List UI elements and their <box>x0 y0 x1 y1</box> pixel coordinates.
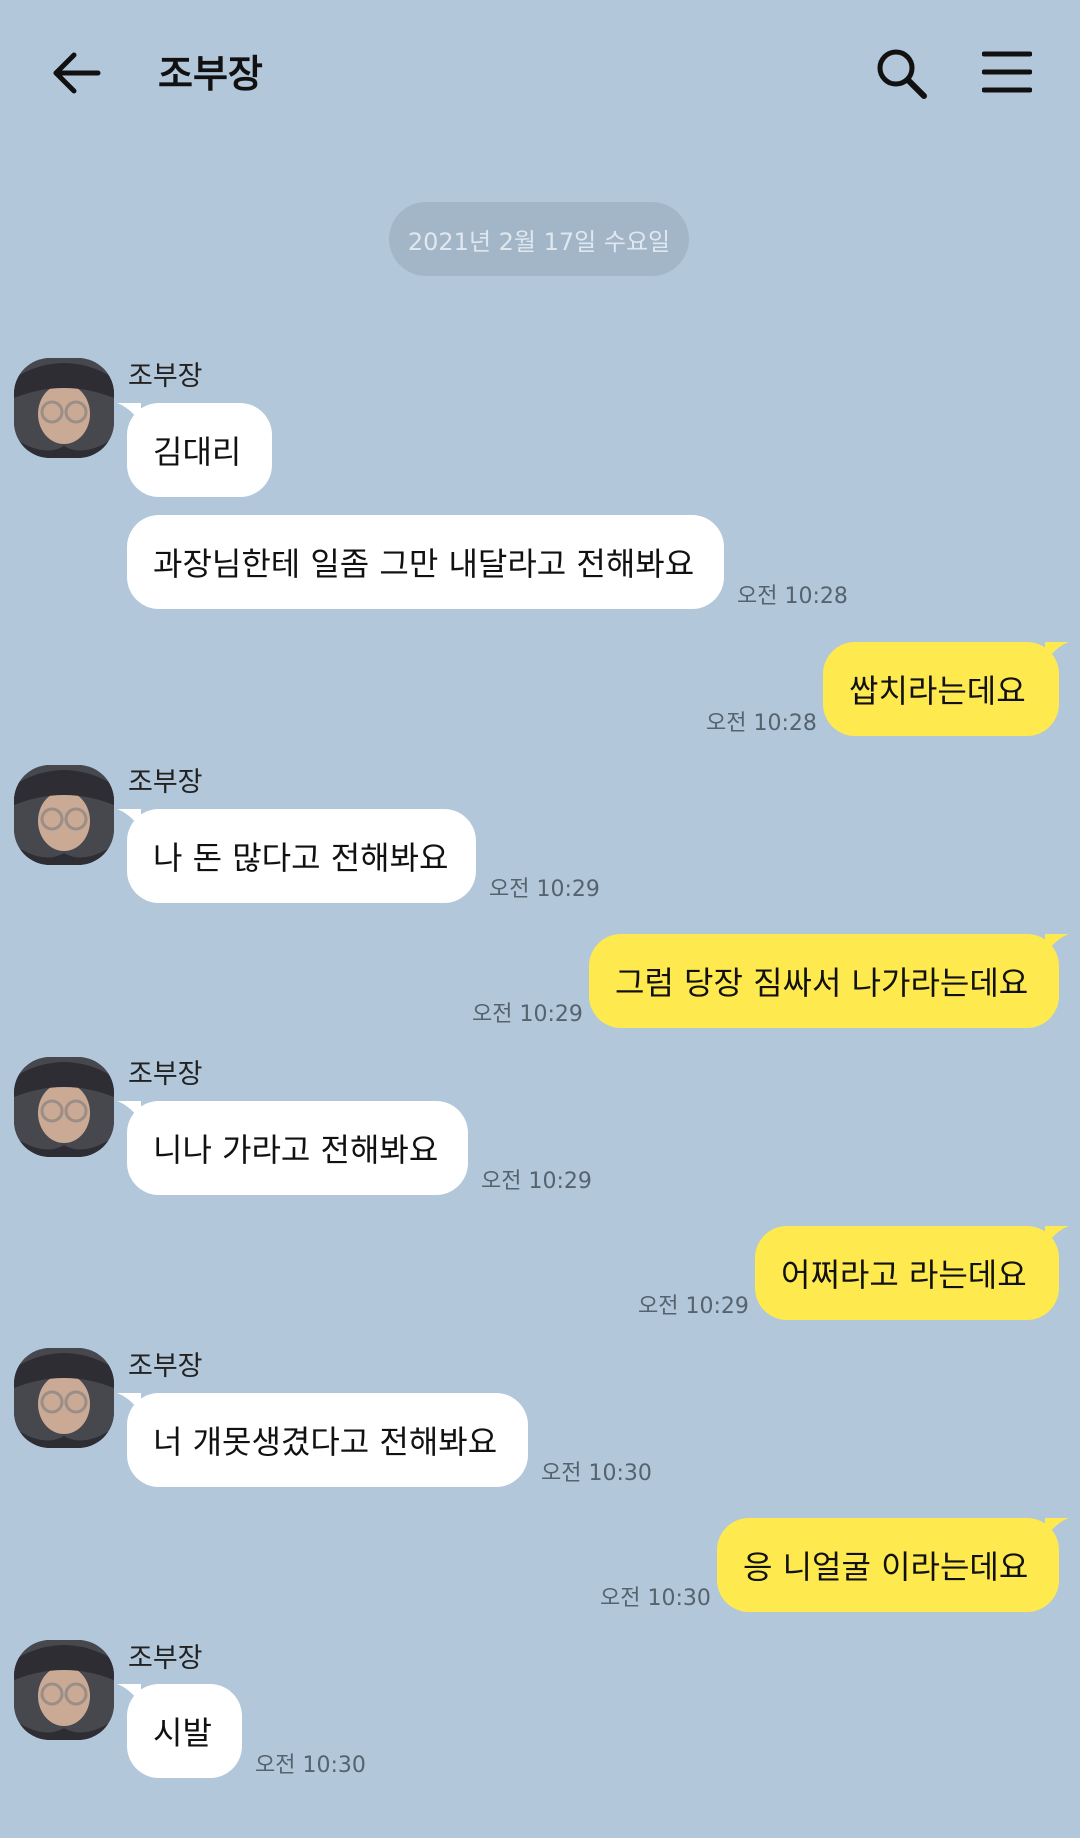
my-message-bubble[interactable]: 어쩌라고 라는데요 <box>755 1226 1069 1320</box>
message-text: 시발 <box>153 1714 212 1752</box>
message-time: 오전 10:29 <box>489 877 600 902</box>
message-time: 오전 10:30 <box>541 1461 652 1486</box>
avatar[interactable] <box>14 765 114 865</box>
message-time: 오전 10:29 <box>638 1294 749 1319</box>
avatar-photo <box>14 1057 114 1157</box>
message-time: 오전 10:29 <box>481 1169 592 1194</box>
sender-name: 조부장 <box>128 1351 203 1382</box>
message-bubble[interactable]: 김대리 <box>117 403 272 497</box>
chat-title: 조부장 <box>158 52 263 96</box>
message-bubble[interactable]: 너 개못생겼다고 전해봐요 <box>117 1393 528 1487</box>
message-text: 응 니얼굴 이라는데요 <box>743 1548 1029 1586</box>
bubble-tail <box>117 1684 141 1704</box>
search-icon <box>877 49 927 99</box>
avatar-photo <box>14 358 114 458</box>
message-text: 쌉치라는데요 <box>849 672 1026 710</box>
avatar-photo <box>14 1640 114 1740</box>
my-message-bubble[interactable]: 응 니얼굴 이라는데요 <box>717 1518 1069 1612</box>
arrow-left-icon <box>53 52 101 94</box>
back-button[interactable] <box>50 46 104 100</box>
hamburger-menu-icon <box>982 51 1032 93</box>
avatar-photo <box>14 765 114 865</box>
message-time: 오전 10:30 <box>255 1753 366 1778</box>
message-bubble[interactable]: 나 돈 많다고 전해봐요 <box>117 809 476 903</box>
bubble-tail <box>1045 1226 1069 1246</box>
avatar[interactable] <box>14 358 114 458</box>
bubble-tail <box>1045 1518 1069 1538</box>
message-text: 너 개못생겼다고 전해봐요 <box>153 1423 498 1461</box>
message-text: 그럼 당장 짐싸서 나가라는데요 <box>615 964 1029 1002</box>
avatar[interactable] <box>14 1057 114 1157</box>
message-bubble[interactable]: 과장님한테 일좀 그만 내달라고 전해봐요 <box>127 515 724 609</box>
message-text: 어쩌라고 라는데요 <box>781 1256 1027 1294</box>
avatar-photo <box>14 1348 114 1448</box>
bubble-tail <box>117 1101 141 1121</box>
sender-name: 조부장 <box>128 361 203 392</box>
message-time: 오전 10:30 <box>600 1586 711 1611</box>
sender-name: 조부장 <box>128 1643 203 1674</box>
message-time: 오전 10:29 <box>472 1002 583 1027</box>
message-text: 과장님한테 일좀 그만 내달라고 전해봐요 <box>153 545 695 583</box>
message-text: 나 돈 많다고 전해봐요 <box>153 839 449 877</box>
avatar[interactable] <box>14 1348 114 1448</box>
search-button[interactable] <box>874 46 928 100</box>
menu-button[interactable] <box>982 50 1032 94</box>
my-message-bubble[interactable]: 그럼 당장 짐싸서 나가라는데요 <box>589 934 1069 1028</box>
message-text: 김대리 <box>153 433 242 471</box>
message-time: 오전 10:28 <box>737 584 848 609</box>
sender-name: 조부장 <box>128 1059 203 1090</box>
date-divider: 2021년 2월 17일 수요일 <box>389 202 689 276</box>
bubble-tail <box>1045 934 1069 954</box>
bubble-tail <box>1045 642 1069 662</box>
message-text: 니나 가라고 전해봐요 <box>153 1131 439 1169</box>
message-bubble[interactable]: 시발 <box>117 1684 242 1778</box>
bubble-tail <box>117 403 141 423</box>
bubble-tail <box>117 809 141 829</box>
bubble-tail <box>117 1393 141 1413</box>
sender-name: 조부장 <box>128 767 203 798</box>
my-message-bubble[interactable]: 쌉치라는데요 <box>823 642 1069 736</box>
avatar[interactable] <box>14 1640 114 1740</box>
message-bubble[interactable]: 니나 가라고 전해봐요 <box>117 1101 468 1195</box>
message-time: 오전 10:28 <box>706 711 817 736</box>
